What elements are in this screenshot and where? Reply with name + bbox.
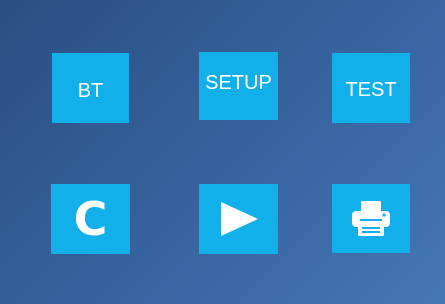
print-button[interactable] <box>332 184 410 253</box>
setup-button[interactable]: SETUP <box>199 52 278 120</box>
clear-button[interactable]: C <box>51 184 130 254</box>
play-icon <box>220 202 258 236</box>
printer-icon <box>352 200 390 236</box>
setup-button-label: SETUP <box>205 71 272 94</box>
test-button-label: TEST <box>345 78 397 101</box>
bt-button-label: BT <box>77 79 104 102</box>
play-button[interactable] <box>199 184 278 254</box>
clear-button-label: C <box>73 192 108 246</box>
test-button[interactable]: TEST <box>332 53 410 123</box>
bt-button[interactable]: BT <box>52 53 129 123</box>
